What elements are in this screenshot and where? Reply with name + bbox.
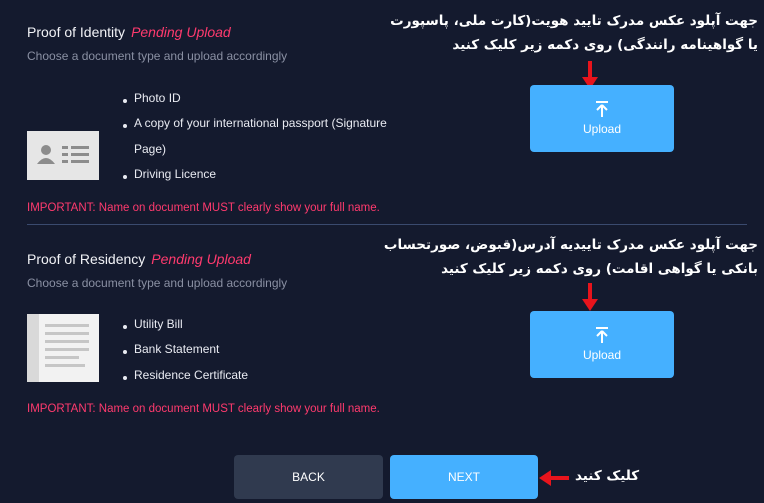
list-item: Residence Certificate [123,365,423,390]
list-item-continuation: Page) [134,142,167,156]
red-arrow-icon [582,283,598,311]
back-button-label: BACK [292,470,325,484]
residency-status-badge: Pending Upload [151,251,251,267]
residency-title: Proof of Residency [27,251,146,267]
residency-important-notice: IMPORTANT: Name on document MUST clearly… [27,403,380,415]
identity-upload-button[interactable]: Upload [530,85,674,152]
section-divider [27,224,747,225]
list-item: Bank Statement [123,339,423,365]
list-item: A copy of your international passport (S… [123,113,423,139]
id-card-icon [27,131,99,180]
identity-title: Proof of Identity [27,24,126,40]
residency-subtitle: Choose a document type and upload accord… [27,276,288,290]
identity-section-title: Proof of Identity Pending Upload [27,24,231,40]
upload-arrow-icon [596,101,608,117]
identity-status-badge: Pending Upload [131,24,231,40]
next-button[interactable]: NEXT [390,455,538,499]
residency-upload-label: Upload [582,348,622,362]
next-instruction-note: کلیک کنید [575,468,640,484]
id-card-illustration [27,131,99,180]
identity-important-notice: IMPORTANT: Name on document MUST clearly… [27,202,380,214]
residency-document-list: Utility Bill Bank Statement Residence Ce… [123,314,423,390]
document-icon [27,314,99,382]
residency-upload-button[interactable]: Upload [530,311,674,378]
list-item: Utility Bill [123,314,423,339]
identity-subtitle: Choose a document type and upload accord… [27,49,288,63]
red-arrow-icon [539,470,569,486]
list-item: Driving Licence [123,164,423,189]
list-item: Photo ID [123,88,423,113]
upload-arrow-icon [596,327,608,343]
document-illustration [27,314,99,382]
identity-document-list: Photo ID A copy of your international pa… [123,88,423,189]
residency-instruction-note: جهت آپلود عکس مدرک تاییدیه آدرس(قبوض، صو… [383,237,758,277]
identity-instruction-note: جهت آپلود عکس مدرک تایید هویت(کارت ملی، … [390,13,758,53]
residency-section-title: Proof of Residency Pending Upload [27,251,251,267]
next-button-label: NEXT [447,470,480,484]
back-button[interactable]: BACK [234,455,383,499]
identity-upload-label: Upload [582,122,622,136]
